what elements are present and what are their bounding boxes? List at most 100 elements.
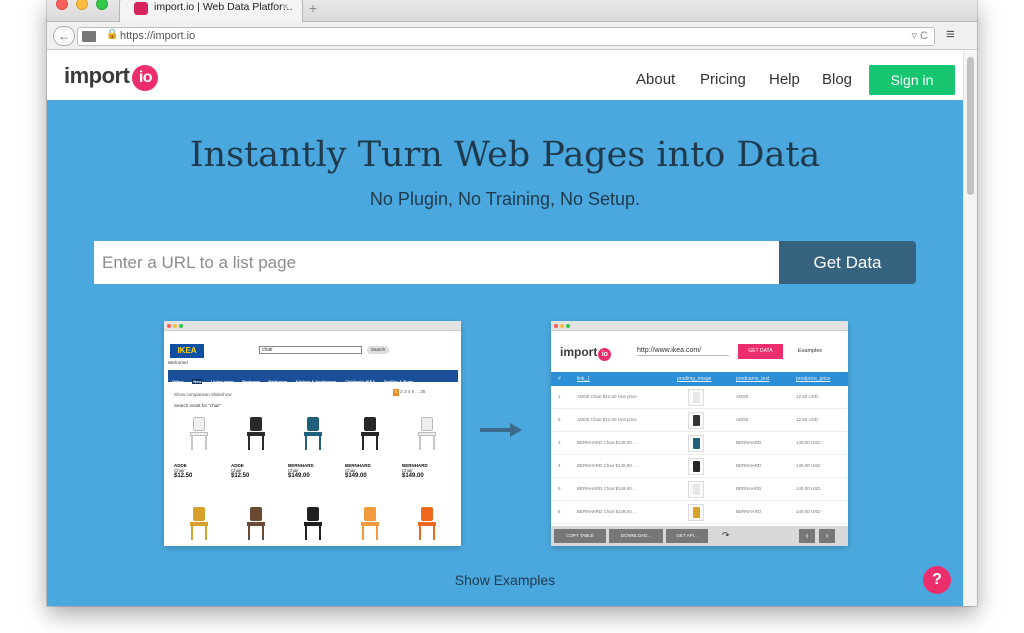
reload-icon[interactable]: ▿ C [911, 29, 928, 42]
page-number: 1 [393, 389, 399, 396]
column-header: link_1 [577, 376, 591, 382]
browser-window: import.io | Web Data Platfor… × + ← 🔒 ht… [47, 0, 977, 606]
product-price: $149.00 [402, 473, 424, 479]
ikea-menu-item: Children's IKEA [345, 379, 376, 384]
site-logo[interactable]: import io [64, 63, 159, 91]
page-number: 4 [407, 389, 411, 394]
next-page-icon: › [819, 529, 835, 543]
table-row: 2 ADDE Chair $12.50 Unit price ADDE 12.50 U… [551, 409, 848, 432]
chair-thumbnail [688, 435, 704, 452]
ikea-menu: Offers New Living room Bedroom Bathroom … [168, 370, 458, 384]
navigation-bar: ← 🔒 https://import.io ▿ C ≡ [47, 22, 977, 50]
column-header: # [558, 376, 561, 382]
help-chat-icon[interactable]: ? [923, 566, 951, 594]
table-row: 5 BERNHARD Chair $149.00 ... BERNHARD 149.0… [551, 478, 848, 501]
chair-image [245, 507, 267, 541]
get-data-button[interactable]: Get Data [779, 241, 916, 284]
ikea-menu-item: Kitchen & Appliances [295, 379, 337, 384]
preview-titlebar [551, 321, 848, 331]
table-cell: ADDE Chair $12.50 Unit price [577, 394, 637, 399]
table-row: 1 ADDE Chair $12.50 Unit price ADDE 12.50 U… [551, 386, 848, 409]
get-api-button: GET API... [666, 529, 708, 543]
table-cell: 149.00 USD [796, 463, 821, 468]
chair-image [302, 417, 324, 451]
minimize-window-button[interactable] [76, 0, 88, 10]
sign-in-button[interactable]: Sign in [869, 65, 955, 95]
scrollbar-thumb[interactable] [967, 57, 974, 195]
table-cell: BERNHARD Chair $149.00 ... [577, 463, 637, 468]
table-cell: BERNHARD Chair $149.00 ... [577, 440, 637, 445]
nav-about-link[interactable]: About [636, 71, 675, 88]
page-number: 25 [420, 389, 426, 394]
product-price: $12.50 [231, 473, 250, 479]
close-window-button[interactable] [56, 0, 68, 10]
ikea-menu-item: New [192, 379, 203, 384]
page-number: 3 [404, 389, 407, 394]
chair-thumbnail [688, 481, 704, 498]
address-bar[interactable]: 🔒 https://import.io ▿ C [77, 27, 935, 46]
table-row: 4 BERNHARD Chair $149.00 ... BERNHARD 149.0… [551, 455, 848, 478]
product-price: $149.00 [288, 473, 310, 479]
table-cell: 5 [558, 486, 561, 491]
chair-image [188, 417, 210, 451]
chair-image [416, 507, 438, 541]
product-price: $12.50 [174, 473, 193, 479]
chair-image [245, 417, 267, 451]
importio-preview: import io http://www.ikea.com/ GET DATA E… [551, 321, 848, 546]
hero-title: Instantly Turn Web Pages into Data [189, 135, 821, 175]
table-cell: 4 [558, 463, 561, 468]
show-examples-link[interactable]: Show Examples [47, 572, 963, 588]
menu-icon[interactable]: ≡ [946, 27, 955, 42]
ikea-preview: IKEA Welcome! chair Search Offers New Li… [164, 321, 461, 546]
ikea-welcome: Welcome! [168, 360, 188, 365]
site-header: import io About Pricing Help Blog Sign in [47, 51, 963, 100]
chair-thumbnail [688, 458, 704, 475]
ikea-menu-item: Offers [172, 379, 184, 384]
new-tab-button[interactable]: + [309, 0, 317, 16]
page-number: 5 [411, 389, 415, 394]
nav-help-link[interactable]: Help [769, 71, 800, 88]
table-cell: 6 [558, 509, 561, 514]
url-input[interactable]: Enter a URL to a list page [94, 241, 779, 284]
table-cell: 149.00 USD [796, 486, 821, 491]
site-identity-icon[interactable] [82, 31, 96, 42]
ikea-search-button: Search [367, 346, 389, 354]
ikea-search-field: chair [259, 346, 362, 354]
maximize-window-button[interactable] [96, 0, 108, 10]
preview-table-header: # link_1 prodimg_image prodname_text pro… [551, 372, 848, 386]
tab-close-icon[interactable]: × [282, 1, 288, 13]
browser-tab[interactable]: import.io | Web Data Platfor… × [119, 0, 303, 22]
nav-pricing-link[interactable]: Pricing [700, 71, 746, 88]
chair-image [416, 417, 438, 451]
column-header: prodimg_image [677, 376, 712, 382]
ikea-menu-item: Textiles & Rugs [383, 379, 414, 384]
preview-table-footer: COPY TABLE DOWNLOAD... GET API... ↷ ‹ › [551, 526, 848, 546]
download-button: DOWNLOAD... [609, 529, 663, 543]
table-row: 6 BERNHARD Chair $149.00 ... BERNHARD 149.0… [551, 501, 848, 524]
lock-icon: 🔒 [106, 29, 119, 40]
page-number: 2 [400, 389, 403, 394]
page-scrollbar[interactable] [963, 51, 977, 606]
tab-bar: import.io | Web Data Platfor… × + [47, 0, 977, 22]
url-text[interactable]: https://import.io [120, 30, 195, 42]
table-cell: 3 [558, 440, 561, 445]
logo-badge: io [132, 65, 159, 91]
nav-blog-link[interactable]: Blog [822, 71, 852, 88]
preview-logo: import io [560, 345, 612, 361]
table-cell: 12.50 USD [796, 417, 819, 422]
chair-thumbnail [688, 412, 704, 429]
ikea-logo: IKEA [170, 344, 204, 358]
table-cell: 149.00 USD [796, 440, 821, 445]
table-row: 3 BERNHARD Chair $149.00 ... BERNHARD 149.0… [551, 432, 848, 455]
hero-subtitle: No Plugin, No Training, No Setup. [369, 189, 641, 209]
prev-page-icon: ‹ [799, 529, 815, 543]
tab-title: import.io | Web Data Platfor… [154, 1, 294, 13]
page-number: ... [415, 389, 420, 394]
table-cell: ADDE Chair $12.50 Unit price [577, 417, 637, 422]
chair-thumbnail [688, 504, 704, 521]
copy-table-button: COPY TABLE [554, 529, 606, 543]
chair-image [359, 507, 381, 541]
chair-thumbnail [688, 389, 704, 406]
back-button[interactable]: ← [53, 26, 75, 46]
table-cell: 149.00 USD [796, 509, 821, 514]
